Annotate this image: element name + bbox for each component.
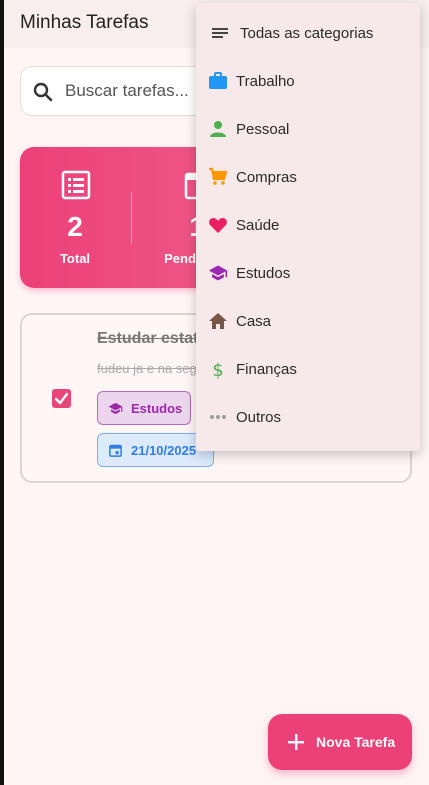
plus-icon xyxy=(288,734,304,750)
page-title: Minhas Tarefas xyxy=(20,12,149,33)
menu-item-label: Casa xyxy=(236,313,272,330)
menu-item-financas[interactable]: $ Finanças xyxy=(196,347,420,395)
menu-item-trabalho[interactable]: Trabalho xyxy=(196,59,420,107)
menu-item-compras[interactable]: Compras xyxy=(196,155,420,203)
menu-item-outros[interactable]: Outros xyxy=(196,395,420,443)
sort-lines-icon xyxy=(212,28,228,38)
event-icon xyxy=(109,444,122,457)
category-chip: Estudos xyxy=(97,391,191,425)
date-chip-label: 21/10/2025 xyxy=(131,443,197,458)
briefcase-icon xyxy=(209,72,227,89)
school-icon xyxy=(208,265,228,281)
dollar-icon: $ xyxy=(212,360,223,379)
home-icon xyxy=(209,313,227,329)
menu-item-label: Estudos xyxy=(236,265,291,282)
stat-divider xyxy=(131,192,132,244)
school-icon xyxy=(108,402,123,415)
person-icon xyxy=(210,121,226,137)
cart-icon xyxy=(209,167,228,185)
search-icon xyxy=(33,82,53,102)
menu-item-label: Todas as categorias xyxy=(240,25,374,42)
menu-item-label: Outros xyxy=(236,409,282,426)
menu-item-label: Saúde xyxy=(236,217,280,234)
svg-text:$: $ xyxy=(212,360,223,379)
task-checkbox[interactable] xyxy=(52,389,71,408)
check-icon xyxy=(54,392,69,405)
window-edge xyxy=(0,0,4,785)
list-icon xyxy=(61,170,91,200)
heart-icon xyxy=(209,218,227,233)
stat-total-label: Total xyxy=(59,251,91,266)
menu-item-label: Trabalho xyxy=(236,73,295,90)
stat-total-value: 2 xyxy=(67,211,83,242)
new-task-button[interactable]: Nova Tarefa xyxy=(268,714,412,770)
menu-item-label: Pessoal xyxy=(236,121,290,138)
more-dots-icon xyxy=(210,415,226,419)
menu-item-estudos[interactable]: Estudos xyxy=(196,251,420,299)
category-chip-label: Estudos xyxy=(131,401,183,416)
menu-item-label: Compras xyxy=(236,169,297,186)
menu-item-casa[interactable]: Casa xyxy=(196,299,420,347)
menu-item-label: Finanças xyxy=(236,361,297,378)
category-menu: Todas as categorias Trabalho Pessoal Com… xyxy=(196,3,420,451)
menu-item-saude[interactable]: Saúde xyxy=(196,203,420,251)
stat-total: 2 Total xyxy=(20,147,130,288)
new-task-label: Nova Tarefa xyxy=(316,734,396,750)
menu-item-todas[interactable]: Todas as categorias xyxy=(196,11,420,59)
search-placeholder: Buscar tarefas... xyxy=(65,81,189,100)
menu-item-pessoal[interactable]: Pessoal xyxy=(196,107,420,155)
